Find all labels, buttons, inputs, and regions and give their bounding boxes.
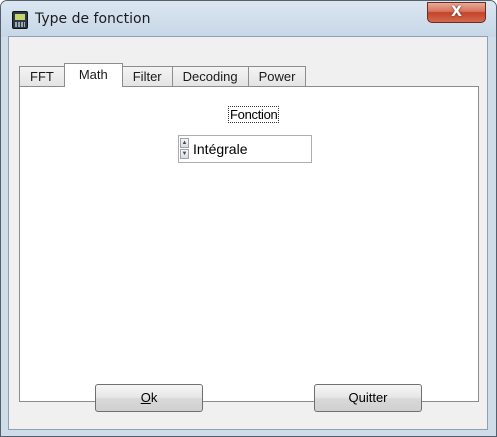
ok-button[interactable]: Ok xyxy=(95,384,203,412)
client-area: FFT Math Filter Decoding Power xyxy=(8,36,488,430)
quit-button[interactable]: Quitter xyxy=(314,384,422,412)
close-button[interactable]: X xyxy=(427,2,486,23)
fonction-value: Intégrale xyxy=(193,141,248,157)
spin-up-icon[interactable]: ▲ xyxy=(180,138,189,148)
calculator-icon xyxy=(12,11,28,29)
title-bar[interactable]: Type de fonction X xyxy=(1,1,496,37)
tab-fft[interactable]: FFT xyxy=(19,66,65,87)
ok-mnemonic: O xyxy=(140,390,151,405)
tab-math[interactable]: Math xyxy=(63,63,123,87)
ok-label: k xyxy=(150,390,158,405)
tab-power[interactable]: Power xyxy=(247,66,307,87)
tab-filter[interactable]: Filter xyxy=(121,66,173,87)
close-icon: X xyxy=(451,4,462,20)
fonction-spinner[interactable]: ▲ ▼ Intégrale xyxy=(178,135,312,163)
tab-decoding[interactable]: Decoding xyxy=(171,66,249,87)
fonction-label: Fonction xyxy=(228,106,280,123)
window-title: Type de fonction xyxy=(35,11,151,27)
spin-down-icon[interactable]: ▼ xyxy=(180,149,189,159)
tab-strip: FFT Math Filter Decoding Power xyxy=(19,62,307,87)
tab-panel-math xyxy=(19,86,479,402)
